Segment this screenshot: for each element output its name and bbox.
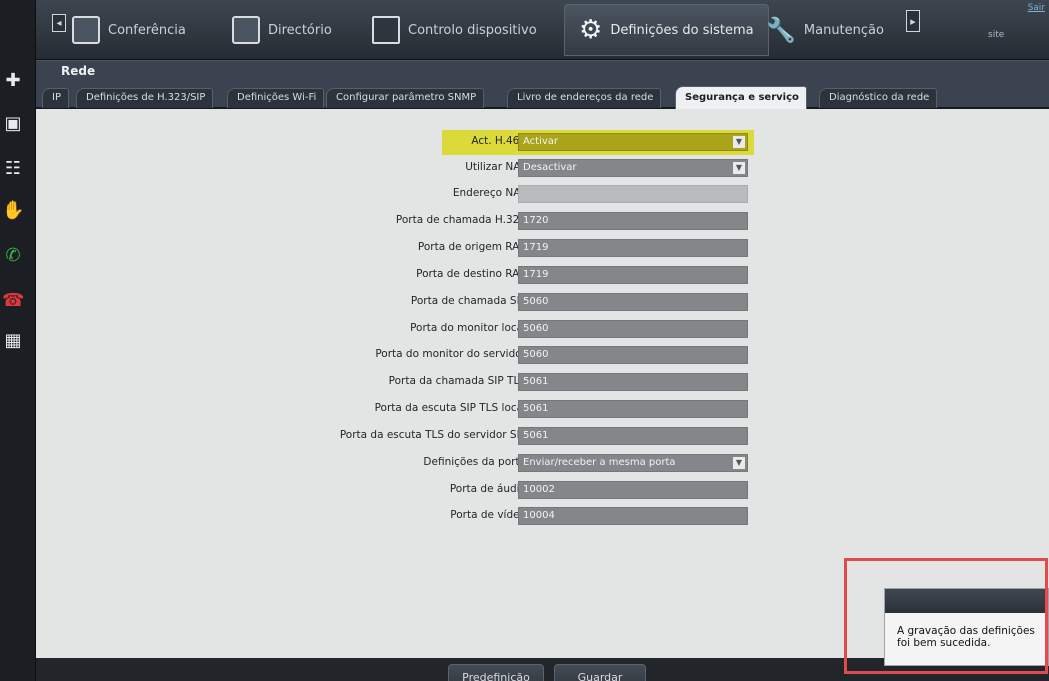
video-port-field[interactable]: 10004 [518,507,748,525]
form-row: Porta de chamada H.323 1720 [36,212,1049,232]
form-label: Definições da porta [423,456,526,468]
h460-select[interactable]: Activar ▼ [518,133,748,151]
form-label: Porta de chamada SIP [410,295,526,307]
tab-wifi[interactable]: Definições Wi-Fi [227,88,325,108]
save-button[interactable]: Guardar [554,664,646,681]
ras-source-port-field[interactable]: 1719 [518,239,748,257]
chevron-down-icon: ▼ [733,136,745,148]
nav-label: Definições do sistema [610,22,754,38]
server-monitor-port-field[interactable]: 5060 [518,346,748,364]
hangup-icon[interactable]: ☎ [2,290,24,312]
network-icon[interactable]: ☷ [2,158,24,180]
select-value: Activar [523,136,559,147]
form-row-port-settings: Definições da porta Enviar/receber a mes… [36,454,1049,474]
top-navigation: ◂ Conferência Directório Controlo dispos… [36,0,1049,60]
ras-destination-port-field[interactable]: 1719 [518,266,748,284]
left-toolbar: ✚ ▣ ☷ ✋ ✆ ☎ ▦ [0,0,36,681]
nav-label: Directório [268,22,332,38]
h323-call-port-field[interactable]: 1720 [518,212,748,230]
call-icon[interactable]: ✆ [2,245,24,267]
contact-card-icon[interactable]: ▣ [2,113,24,135]
select-value: Desactivar [523,162,577,173]
form-row: Porta da escuta TLS do servidor SIP 5061 [36,427,1049,447]
tab-address-book[interactable]: Livro de endereços da rede [507,88,662,108]
form-label: Porta da escuta SIP TLS local [374,402,526,414]
form-row: Porta de origem RAS 1719 [36,239,1049,259]
nav-directorio[interactable]: Directório [232,8,332,52]
form-label: Porta do monitor do servidor [375,348,526,360]
hand-icon[interactable]: ✋ [2,200,24,222]
add-icon[interactable]: ✚ [2,70,24,92]
layout-grid-icon[interactable]: ▦ [2,330,24,352]
form-label: Utilizar NAT [465,161,526,173]
panel-header: Rede [36,60,1049,82]
nav-definicoes-sistema[interactable]: ⚙ Definições do sistema [564,4,769,56]
server-sip-tls-listen-port-field[interactable]: 5061 [518,427,748,445]
form-row-nat-address: Endereço NAT [36,185,1049,205]
tab-network-diagnostics[interactable]: Diagnóstico da rede [819,88,938,108]
nav-label: Manutenção [803,22,884,38]
default-button[interactable]: Predefinição [448,664,544,681]
wrench-icon: 🔧 [766,16,796,44]
nav-label: Conferência [108,22,186,38]
form-label: Porta de chamada H.323 [395,214,526,226]
form-row: Porta de áudio 10002 [36,481,1049,501]
local-monitor-port-field[interactable]: 5060 [518,320,748,338]
contact-card-icon [72,16,100,44]
logout-icon[interactable]: ▸ [906,10,920,32]
tab-h323-sip[interactable]: Definições de H.323/SIP [76,88,214,108]
tab-snmp[interactable]: Configurar parâmetro SNMP [326,88,485,108]
form-label: Porta de origem RAS [417,241,526,253]
site-label: site [988,30,1005,40]
tab-security-service[interactable]: Segurança e serviço [675,86,807,109]
form-label: Porta de vídeo [450,509,526,521]
sip-tls-call-port-field[interactable]: 5061 [518,373,748,391]
port-settings-select[interactable]: Enviar/receber a mesma porta ▼ [518,454,748,472]
back-arrow-icon[interactable]: ◂ [52,14,66,32]
form-label: Porta de áudio [449,483,526,495]
tab-ip[interactable]: IP [42,88,69,108]
form-row: Porta da escuta SIP TLS local 5061 [36,400,1049,420]
chevron-down-icon: ▼ [733,457,745,469]
form-label: Porta do monitor local [410,322,526,334]
address-book-icon [232,16,260,44]
form-label: Porta da escuta TLS do servidor SIP [339,429,526,441]
chevron-down-icon: ▼ [733,162,745,174]
nav-label: Controlo dispositivo [408,22,537,38]
form-label: Endereço NAT [452,187,526,199]
select-value: Enviar/receber a mesma porta [523,457,676,468]
form-row: Porta da chamada SIP TLS 5061 [36,373,1049,393]
audio-port-field[interactable]: 10002 [518,481,748,499]
nav-conferencia[interactable]: Conferência [72,8,186,52]
form-row: Porta de vídeo 10004 [36,507,1049,527]
app-root: ✚ ▣ ☷ ✋ ✆ ☎ ▦ ◂ Conferência Directório C… [0,0,1049,681]
form-row: Porta de destino RAS 1719 [36,266,1049,286]
form-label: Porta da chamada SIP TLS [388,375,526,387]
form-row: Porta de chamada SIP 5060 [36,293,1049,313]
form-row: Porta do monitor local 5060 [36,320,1049,340]
nav-manutencao[interactable]: 🔧 Manutenção [766,8,884,52]
form-label: Porta de destino RAS [416,268,526,280]
panel-title: Rede [61,64,96,78]
monitor-icon [372,16,400,44]
nav-controlo-dispositivo[interactable]: Controlo dispositivo [372,8,537,52]
use-nat-select[interactable]: Desactivar ▼ [518,159,748,177]
exit-link[interactable]: Sair [1028,3,1045,13]
nat-address-field [518,185,748,203]
sip-call-port-field[interactable]: 5060 [518,293,748,311]
form-row-h460: Act. H.460 Activar ▼ [36,133,1049,153]
gear-icon: ⚙ [579,15,603,45]
form-row: Porta do monitor do servidor 5060 [36,346,1049,366]
local-sip-tls-listen-port-field[interactable]: 5061 [518,400,748,418]
tab-bar: IP Definições de H.323/SIP Definições Wi… [36,82,1049,109]
form-row-nat: Utilizar NAT Desactivar ▼ [36,159,1049,179]
toast-highlight-frame [844,558,1048,674]
